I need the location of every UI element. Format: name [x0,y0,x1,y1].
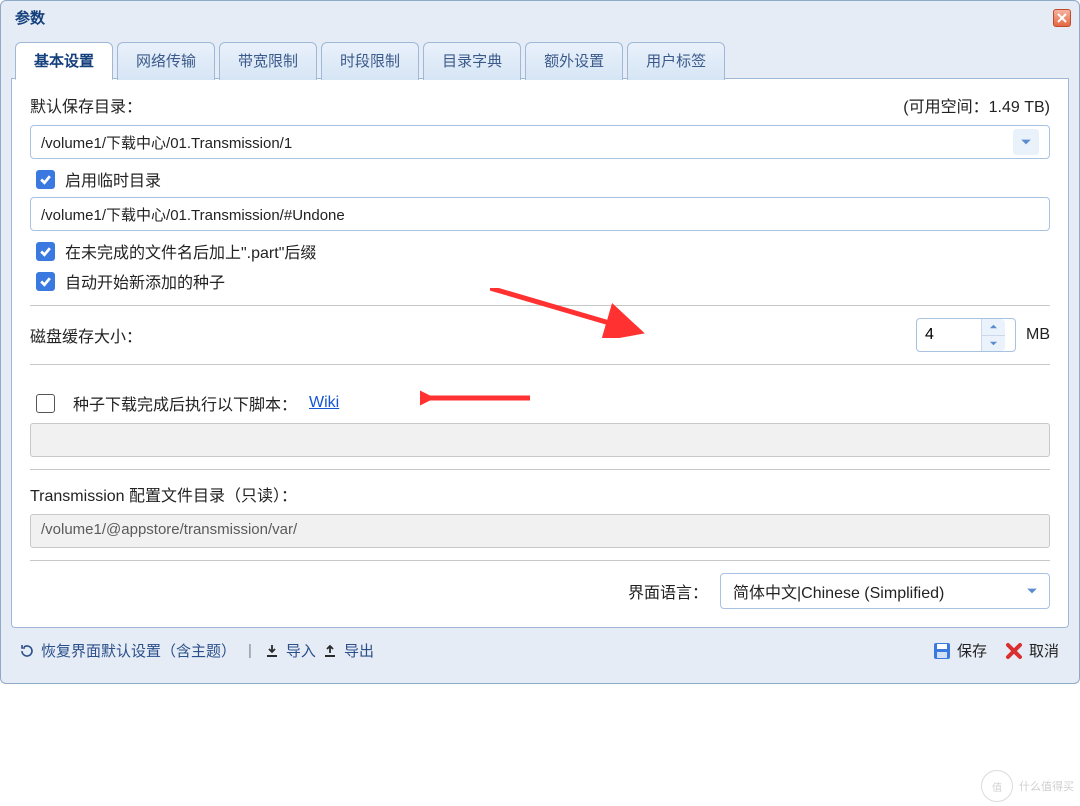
save-button[interactable]: 保存 [933,640,987,661]
chevron-down-icon [1013,129,1039,155]
cache-unit: MB [1026,326,1050,344]
script-path-input[interactable] [30,423,1050,457]
spin-down-icon[interactable] [982,336,1005,352]
save-icon [933,642,951,660]
export-icon [322,643,338,659]
divider: | [248,642,252,659]
restore-icon [19,643,35,659]
config-dir-value: /volume1/@appstore/transmission/var/ [30,514,1050,548]
script-row: 种子下载完成后执行以下脚本： Wiki [36,391,1050,415]
cache-row: 磁盘缓存大小： MB [30,318,1050,352]
part-suffix-row[interactable]: 在未完成的文件名后加上".part"后缀 [36,239,1050,263]
export-button[interactable]: 导出 [322,640,374,661]
lang-value: 简体中文|Chinese (Simplified) [733,579,944,603]
tab-bandwidth[interactable]: 带宽限制 [219,42,317,80]
watermark-text: 什么值得买 [1019,778,1074,794]
save-label: 保存 [957,640,987,661]
cancel-button[interactable]: 取消 [1005,640,1059,661]
dialog-header: 参数 [1,1,1079,32]
script-checkbox[interactable] [36,394,55,413]
lang-row: 界面语言： 简体中文|Chinese (Simplified) [30,573,1050,609]
panel-basic: 默认保存目录： (可用空间：1.49 TB) /volume1/下载中心/01.… [12,78,1068,627]
available-space: (可用空间：1.49 TB) [903,93,1050,117]
temp-dir-input[interactable]: /volume1/下载中心/01.Transmission/#Undone [30,197,1050,231]
cancel-icon [1005,642,1023,660]
temp-dir-check-row[interactable]: 启用临时目录 [36,167,1050,191]
watermark: 值 什么值得买 [981,770,1074,802]
script-label: 种子下载完成后执行以下脚本： [73,391,297,415]
temp-dir-value: /volume1/下载中心/01.Transmission/#Undone [41,204,345,225]
footer: 恢复界面默认设置（含主题） | 导入 导出 保存 取消 [11,628,1069,673]
part-suffix-label: 在未完成的文件名后加上".part"后缀 [65,239,316,263]
tab-basic[interactable]: 基本设置 [15,42,113,80]
lang-label: 界面语言： [628,579,708,603]
export-label: 导出 [344,640,374,661]
separator [30,364,1050,365]
separator [30,469,1050,470]
config-dir-label: Transmission 配置文件目录（只读）： [30,482,1050,506]
close-button[interactable] [1053,9,1071,27]
import-label: 导入 [286,640,316,661]
temp-dir-checkbox[interactable] [36,170,55,189]
separator [30,560,1050,561]
lang-combo[interactable]: 简体中文|Chinese (Simplified) [720,573,1050,609]
close-icon [1057,13,1067,23]
tabs: 基本设置 网络传输 带宽限制 时段限制 目录字典 额外设置 用户标签 [11,42,1069,79]
dialog: 参数 基本设置 网络传输 带宽限制 时段限制 目录字典 额外设置 用户标签 默认… [0,0,1080,684]
watermark-icon: 值 [981,770,1013,802]
chevron-down-icon [1021,580,1043,602]
save-dir-value: /volume1/下载中心/01.Transmission/1 [41,132,292,153]
temp-dir-label: 启用临时目录 [65,167,161,191]
cancel-label: 取消 [1029,640,1059,661]
import-icon [264,643,280,659]
annotation-arrow-icon [490,288,660,343]
auto-start-label: 自动开始新添加的种子 [65,269,225,293]
annotation-arrow-icon [420,386,530,415]
wiki-link[interactable]: Wiki [309,394,339,412]
tab-directory[interactable]: 目录字典 [423,42,521,80]
auto-start-checkbox[interactable] [36,272,55,291]
restore-label: 恢复界面默认设置（含主题） [41,640,236,661]
dialog-body: 默认保存目录： (可用空间：1.49 TB) /volume1/下载中心/01.… [11,78,1069,628]
dialog-title: 参数 [15,7,45,28]
tab-network[interactable]: 网络传输 [117,42,215,80]
tab-user-tags[interactable]: 用户标签 [627,42,725,80]
save-dir-combo[interactable]: /volume1/下载中心/01.Transmission/1 [30,125,1050,159]
spin-up-icon[interactable] [982,319,1005,336]
cache-spinner[interactable] [916,318,1016,352]
cache-label: 磁盘缓存大小： [30,323,142,347]
restore-defaults-button[interactable]: 恢复界面默认设置（含主题） [19,640,236,661]
import-button[interactable]: 导入 [264,640,316,661]
tab-schedule[interactable]: 时段限制 [321,42,419,80]
part-suffix-checkbox[interactable] [36,242,55,261]
tab-extra[interactable]: 额外设置 [525,42,623,80]
save-dir-label: 默认保存目录： [30,93,903,117]
cache-input[interactable] [917,322,981,348]
